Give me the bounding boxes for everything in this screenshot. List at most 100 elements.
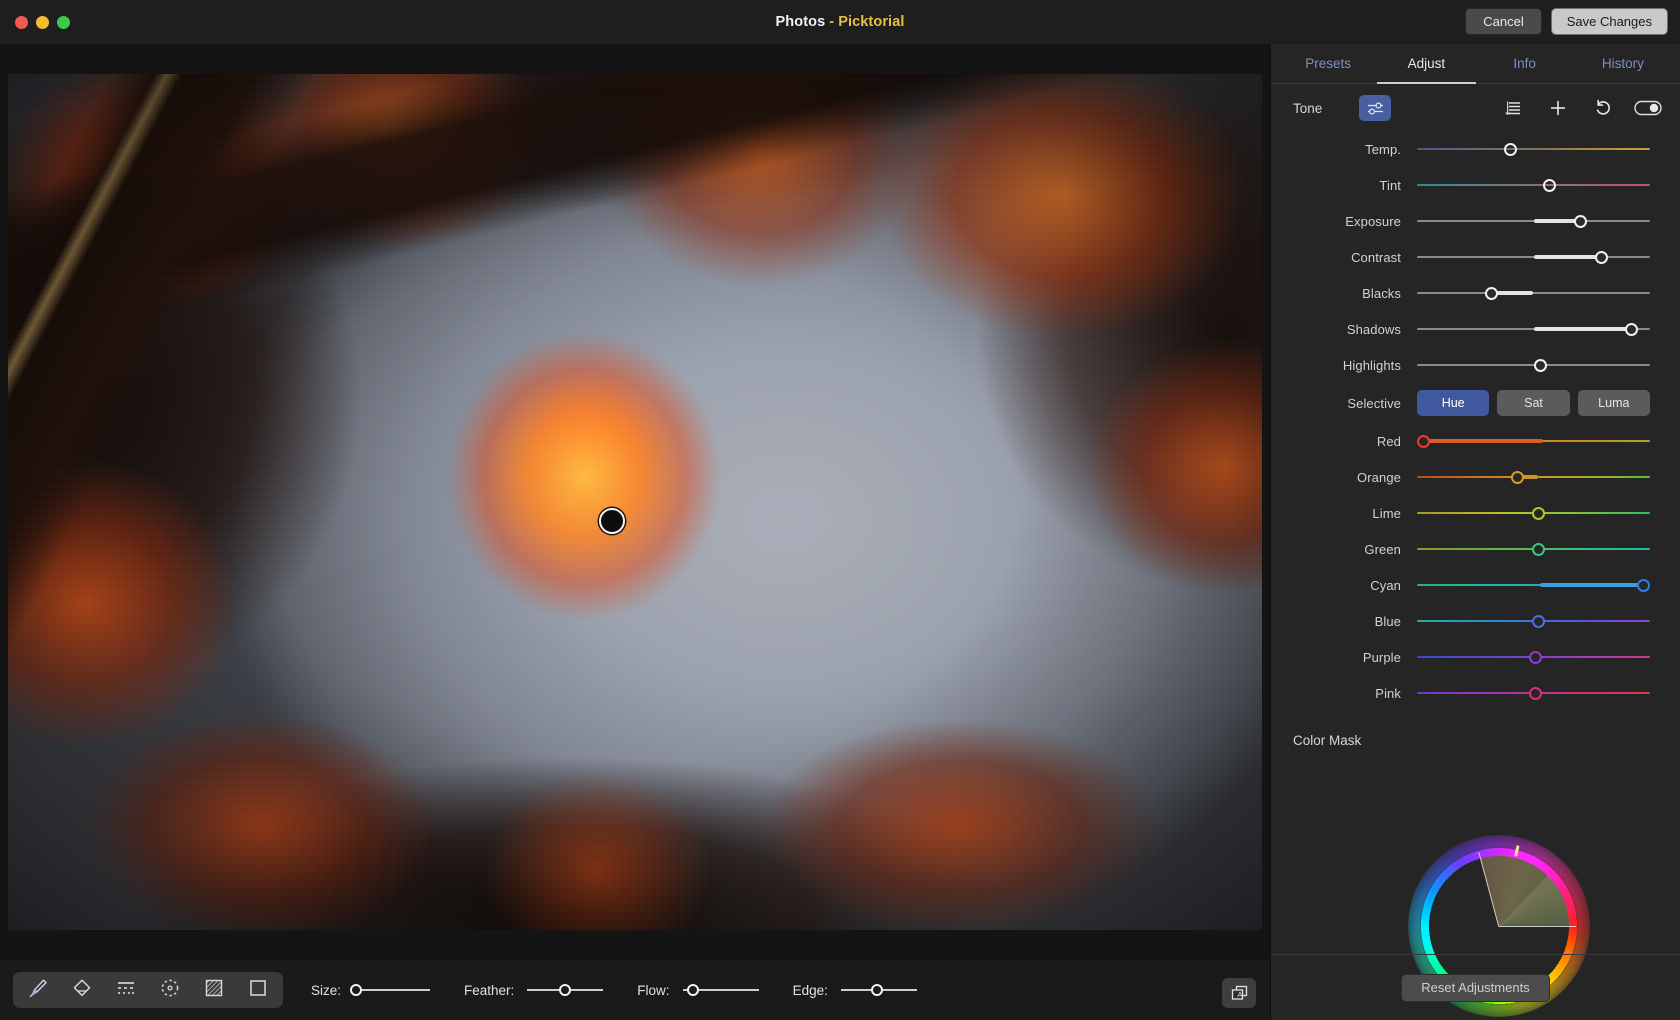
slider-knob[interactable] [1595, 251, 1608, 264]
brush-slider-bar [354, 989, 430, 991]
slider-track[interactable] [1417, 357, 1650, 373]
slider-knob[interactable] [1485, 287, 1498, 300]
color-slider-row: Purple [1271, 639, 1680, 675]
slider-track[interactable] [1417, 249, 1650, 265]
slider-knob[interactable] [1534, 359, 1547, 372]
slider-label-pink: Pink [1271, 686, 1417, 701]
slider-knob[interactable] [1504, 143, 1517, 156]
slider-knob[interactable] [1532, 507, 1545, 520]
selective-mode-hue[interactable]: Hue [1417, 390, 1489, 416]
slider-track[interactable] [1417, 685, 1650, 701]
tab-history[interactable]: History [1574, 44, 1672, 84]
slider-label-shadows: Shadows [1271, 322, 1417, 337]
tone-slider-list: Temp.TintExposureContrastBlacksShadowsHi… [1271, 131, 1680, 383]
slider-knob[interactable] [1574, 215, 1587, 228]
slider-label-purple: Purple [1271, 650, 1417, 665]
photo-preview[interactable] [8, 74, 1262, 930]
panel-footer: Reset Adjustments [1271, 954, 1680, 1020]
tab-adjust[interactable]: Adjust [1377, 44, 1475, 84]
slider-track[interactable] [1417, 541, 1650, 557]
enable-adjustments-toggle[interactable] [1632, 95, 1664, 121]
slider-track[interactable] [1417, 285, 1650, 301]
tab-label: Adjust [1408, 56, 1446, 71]
slider-label-highlights: Highlights [1271, 358, 1417, 373]
slider-knob[interactable] [1637, 579, 1650, 592]
brush-slider-knob[interactable] [871, 984, 883, 996]
slider-knob[interactable] [1543, 179, 1556, 192]
reset-tone-button[interactable] [1587, 95, 1619, 121]
slider-track[interactable] [1417, 321, 1650, 337]
selective-mode-label: Sat [1524, 396, 1543, 410]
selective-label: Selective [1271, 396, 1417, 411]
add-adjustment-button[interactable] [1542, 95, 1574, 121]
slider-track[interactable] [1417, 213, 1650, 229]
empty-square-icon [247, 977, 269, 1004]
slider-track[interactable] [1417, 505, 1650, 521]
slider-knob[interactable] [1511, 471, 1524, 484]
brush-slider-track[interactable] [527, 983, 603, 997]
slider-knob[interactable] [1417, 435, 1430, 448]
selective-mode-label: Hue [1442, 396, 1465, 410]
tool-empty-square-button[interactable] [236, 975, 280, 1005]
slider-label-orange: Orange [1271, 470, 1417, 485]
tool-hatched-square-button[interactable] [192, 975, 236, 1005]
tool-dotted-circle-button[interactable] [148, 975, 192, 1005]
slider-fill [1534, 255, 1602, 259]
tab-info[interactable]: Info [1476, 44, 1574, 84]
slider-label-green: Green [1271, 542, 1417, 557]
brush-slider-knob[interactable] [350, 984, 362, 996]
slider-track[interactable] [1417, 469, 1650, 485]
slider-knob[interactable] [1529, 687, 1542, 700]
color-wheel-wedge-edge-start[interactable] [1499, 926, 1576, 927]
save-changes-button[interactable]: Save Changes [1551, 8, 1668, 35]
slider-label-blue: Blue [1271, 614, 1417, 629]
slider-track[interactable] [1417, 577, 1650, 593]
selective-mode-sat[interactable]: Sat [1497, 390, 1569, 416]
close-button[interactable] [15, 16, 28, 29]
photo-grain-layer [8, 74, 1262, 930]
slider-knob[interactable] [1529, 651, 1542, 664]
sliders-view-button[interactable] [1359, 95, 1391, 121]
tool-eraser-button[interactable] [60, 975, 104, 1005]
slider-fill [1534, 327, 1632, 331]
tab-label: History [1602, 56, 1644, 71]
brush-slider-label-size: Size: [311, 983, 341, 998]
slider-track[interactable] [1417, 141, 1650, 157]
tone-slider-row: Shadows [1271, 311, 1680, 347]
brush-slider-knob[interactable] [559, 984, 571, 996]
tone-slider-row: Temp. [1271, 131, 1680, 167]
reset-adjustments-button[interactable]: Reset Adjustments [1401, 974, 1549, 1002]
slider-track[interactable] [1417, 177, 1650, 193]
title-bar-actions: Cancel Save Changes [1465, 8, 1668, 35]
plus-icon [1549, 99, 1567, 117]
slider-track[interactable] [1417, 649, 1650, 665]
slider-knob[interactable] [1625, 323, 1638, 336]
tab-presets[interactable]: Presets [1279, 44, 1377, 84]
tool-gradient-lines-button[interactable] [104, 975, 148, 1005]
color-slider-row: Cyan [1271, 567, 1680, 603]
brush-slider-track[interactable] [683, 983, 759, 997]
tone-slider-row: Tint [1271, 167, 1680, 203]
layers-list-icon [1504, 100, 1522, 116]
selective-mode-luma[interactable]: Luma [1578, 390, 1650, 416]
color-mask-label: Color Mask [1271, 711, 1680, 748]
window-title-app: Photos [776, 14, 826, 30]
slider-knob[interactable] [1532, 543, 1545, 556]
minimize-button[interactable] [36, 16, 49, 29]
slider-knob[interactable] [1532, 615, 1545, 628]
slider-track[interactable] [1417, 613, 1650, 629]
layers-list-button[interactable] [1497, 95, 1529, 121]
brush-slider-knob[interactable] [687, 984, 699, 996]
window-title: Photos - Picktorial [0, 0, 1680, 44]
zoom-button[interactable] [57, 16, 70, 29]
compare-before-after-button[interactable]: A [1222, 978, 1256, 1008]
tone-slider-row: Highlights [1271, 347, 1680, 383]
cancel-button[interactable]: Cancel [1465, 8, 1541, 35]
title-bar: Photos - Picktorial Cancel Save Changes [0, 0, 1680, 44]
brush-slider-track[interactable] [354, 983, 430, 997]
image-canvas-area[interactable] [0, 44, 1270, 960]
slider-track[interactable] [1417, 433, 1650, 449]
brush-slider-track[interactable] [841, 983, 917, 997]
slider-label-red: Red [1271, 434, 1417, 449]
tool-brush-button[interactable] [16, 975, 60, 1005]
